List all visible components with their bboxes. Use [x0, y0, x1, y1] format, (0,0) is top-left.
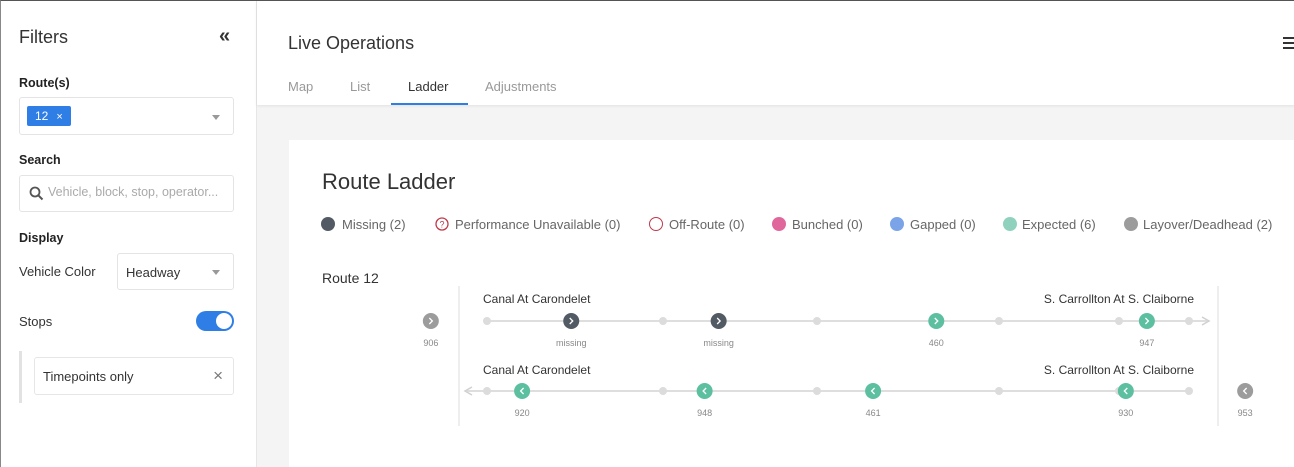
vehicle-marker[interactable]: 947 [1138, 313, 1155, 348]
route-ladder-card: Route Ladder Missing (2) ? Performance U… [289, 140, 1294, 467]
vehicle-dot [422, 313, 439, 329]
toggle-knob [216, 313, 232, 329]
vehicle-color-label: Vehicle Color [19, 264, 96, 279]
route-chip[interactable]: 12 × [27, 106, 71, 126]
filters-sidebar: Filters « Route(s) 12 × Search Display Ve… [1, 1, 257, 467]
route-chip-label: 12 [35, 109, 49, 123]
tab-map[interactable]: Map [288, 79, 313, 94]
vehicle-marker[interactable]: missing [556, 313, 587, 348]
vehicle-label: 906 [423, 338, 438, 348]
stops-toggle[interactable] [196, 311, 234, 331]
stop-marker [813, 317, 821, 325]
vehicle-marker[interactable]: 953 [1237, 383, 1254, 418]
stop-marker [995, 387, 1003, 395]
vehicle-marker[interactable]: 920 [514, 383, 531, 418]
main-content: Live Operations Map List Ladder Adjustme… [257, 1, 1294, 467]
timepoints-filter[interactable]: Timepoints only × [34, 357, 234, 395]
vehicle-marker[interactable]: missing [703, 313, 734, 348]
stop-marker [813, 387, 821, 395]
vehicle-color-select[interactable]: Headway [117, 253, 234, 290]
stop-marker [1185, 317, 1193, 325]
outbound-end-stop: S. Carrollton At S. Claiborne [1044, 292, 1194, 306]
vehicle-color-value: Headway [126, 265, 181, 280]
vehicle-label: 930 [1118, 408, 1133, 418]
stop-marker [1185, 387, 1193, 395]
tab-adjustments[interactable]: Adjustments [485, 79, 557, 94]
collapse-sidebar-icon[interactable]: « [219, 25, 230, 48]
stops-label: Stops [19, 314, 53, 329]
inbound-vehicles: 920 948 461 930 953 [514, 383, 1254, 418]
inbound-start-stop: Canal At Carondelet [483, 363, 591, 377]
vehicle-label: missing [556, 338, 587, 348]
routes-label: Route(s) [19, 76, 70, 90]
vehicle-dot [928, 313, 945, 329]
timepoints-filter-label: Timepoints only [43, 369, 134, 384]
vehicle-dot [1237, 383, 1254, 399]
timepoints-filter-group: Timepoints only × [19, 351, 234, 403]
close-icon[interactable]: × [213, 366, 223, 386]
vehicle-label: 460 [929, 338, 944, 348]
stop-marker [483, 317, 491, 325]
sidebar-title: Filters [19, 27, 68, 47]
search-input[interactable] [48, 185, 228, 199]
stop-marker [659, 317, 667, 325]
vehicle-label: 953 [1238, 408, 1253, 418]
vehicle-label: 947 [1139, 338, 1154, 348]
vehicle-dot [1138, 313, 1155, 329]
search-box [19, 175, 234, 212]
remove-chip-icon[interactable]: × [56, 111, 62, 123]
active-tab-indicator [391, 103, 468, 105]
inbound-end-stop: S. Carrollton At S. Claiborne [1044, 363, 1194, 377]
route-ladder-diagram: Canal At Carondelet S. Carrollton At S. … [422, 286, 1254, 426]
menu-icon[interactable] [1283, 37, 1294, 52]
vehicle-marker[interactable]: 906 [422, 313, 439, 348]
vehicle-dot [1117, 383, 1134, 399]
vehicle-marker[interactable]: 930 [1117, 383, 1134, 418]
vehicle-marker[interactable]: 461 [865, 383, 882, 418]
page-header: Live Operations Map List Ladder Adjustme… [257, 1, 1294, 105]
stop-marker [1115, 317, 1123, 325]
search-label: Search [19, 153, 61, 167]
chevron-down-icon[interactable] [212, 270, 220, 275]
outbound-vehicles: 906 missing missing 460 947 [422, 313, 1155, 348]
vehicle-label: 920 [515, 408, 530, 418]
stop-marker [483, 387, 491, 395]
outbound-start-stop: Canal At Carondelet [483, 292, 591, 306]
vehicle-dot [710, 313, 727, 329]
route-select[interactable]: 12 × [19, 97, 234, 135]
vehicle-dot [696, 383, 713, 399]
app-window: Filters « Route(s) 12 × Search Display Ve… [0, 0, 1294, 467]
chevron-down-icon[interactable] [212, 115, 220, 120]
search-icon [29, 186, 44, 201]
vehicle-dot [563, 313, 580, 329]
stop-marker [659, 387, 667, 395]
vehicle-dot [865, 383, 882, 399]
vehicle-label: 461 [866, 408, 881, 418]
tab-ladder[interactable]: Ladder [408, 79, 448, 94]
stop-marker [995, 317, 1003, 325]
tab-list[interactable]: List [350, 79, 370, 94]
page-title: Live Operations [288, 33, 415, 53]
display-label: Display [19, 231, 64, 245]
vehicle-marker[interactable]: 948 [696, 383, 713, 418]
vehicle-label: 948 [697, 408, 712, 418]
vehicle-label: missing [703, 338, 734, 348]
vehicle-marker[interactable]: 460 [928, 313, 945, 348]
vehicle-dot [514, 383, 531, 399]
